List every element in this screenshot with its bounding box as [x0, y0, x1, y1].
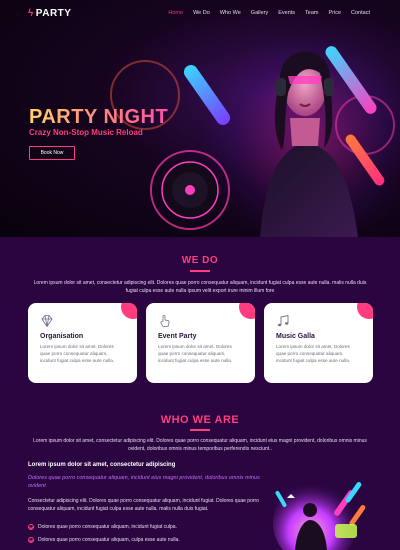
check-circle-icon: [28, 537, 34, 543]
nav-item-who-we[interactable]: Who We: [220, 10, 241, 16]
diamond-icon: [41, 315, 53, 328]
hero-title: PARTY NIGHT: [29, 106, 169, 128]
we-do-underline: [190, 270, 210, 272]
card-text: Lorem ipsum dolor sit amet, Dolores quae…: [40, 344, 115, 363]
card-title: Event Party: [158, 333, 197, 340]
we-do-text: Lorem ipsum dolor sit amet, consectetur …: [33, 280, 367, 294]
card-corner-accent: [357, 303, 373, 319]
who-we-are-title: WHO WE ARE: [160, 414, 240, 426]
bolt-icon: ϟ: [28, 8, 34, 19]
nav-item-events[interactable]: Events: [278, 10, 295, 16]
nav-item-contact[interactable]: Contact: [351, 10, 370, 16]
check-circle-icon: [28, 524, 34, 530]
top-navbar: ϟ PARTY Home We Do Who We Gallery Events …: [0, 0, 400, 26]
who-lead-text: Lorem ipsum dolor sit amet, consectetur …: [28, 462, 176, 468]
list-item-text: Dolores quae porro consequatur aliquam, …: [38, 537, 180, 543]
turntable-illustration: [161, 161, 219, 219]
hero-subtitle: Crazy Non-Stop Music Reload: [29, 128, 143, 137]
card-corner-accent: [121, 303, 137, 319]
list-item-text: Dolores quae porro consequatur aliquam, …: [38, 524, 177, 530]
card-title: Organisation: [40, 333, 84, 340]
card-corner-accent: [239, 303, 255, 319]
book-now-button[interactable]: Book Now: [29, 146, 75, 160]
card-text: Lorem ipsum dolor sit amet, Dolores quae…: [158, 344, 233, 363]
dj-woman-illustration: [260, 51, 358, 237]
service-card-event-party[interactable]: Event Party Lorem ipsum dolor sit amet, …: [146, 303, 255, 383]
music-note-icon: [278, 314, 289, 327]
list-item: Dolores quae porro consequatur aliquam, …: [28, 524, 177, 530]
nav-item-price[interactable]: Price: [329, 10, 342, 16]
service-card-music-galla[interactable]: Music Galla Lorem ipsum dolor sit amet, …: [264, 303, 373, 383]
brand-logo[interactable]: ϟ PARTY: [28, 8, 71, 19]
list-item: Dolores quae porro consequatur aliquam, …: [28, 537, 180, 543]
nav-item-home[interactable]: Home: [168, 10, 183, 16]
who-italic-text: Dolores quae porro consequatur aliquam, …: [28, 475, 260, 489]
card-text: Lorem ipsum dolor sit amet, Dolores quae…: [276, 344, 351, 363]
who-body-text: Consectetur adipiscing elit. Dolores qua…: [28, 498, 259, 512]
we-do-title: WE DO: [181, 255, 219, 266]
brand-name: PARTY: [35, 8, 72, 19]
service-card-organisation[interactable]: Organisation Lorem ipsum dolor sit amet,…: [28, 303, 137, 383]
who-we-are-text: Lorem ipsum dolor sit amet, consectetur …: [33, 438, 367, 452]
card-title: Music Galla: [276, 333, 315, 340]
who-we-are-underline: [190, 429, 210, 431]
hero-section: ϟ PARTY Home We Do Who We Gallery Events …: [0, 0, 400, 237]
nav-item-we-do[interactable]: We Do: [193, 10, 210, 16]
dj-party-illustration: [273, 481, 366, 550]
nav-item-gallery[interactable]: Gallery: [251, 10, 268, 16]
hand-pointer-icon: [160, 315, 170, 327]
nav-item-team[interactable]: Team: [305, 10, 318, 16]
nav-menu: Home We Do Who We Gallery Events Team Pr…: [168, 10, 370, 16]
